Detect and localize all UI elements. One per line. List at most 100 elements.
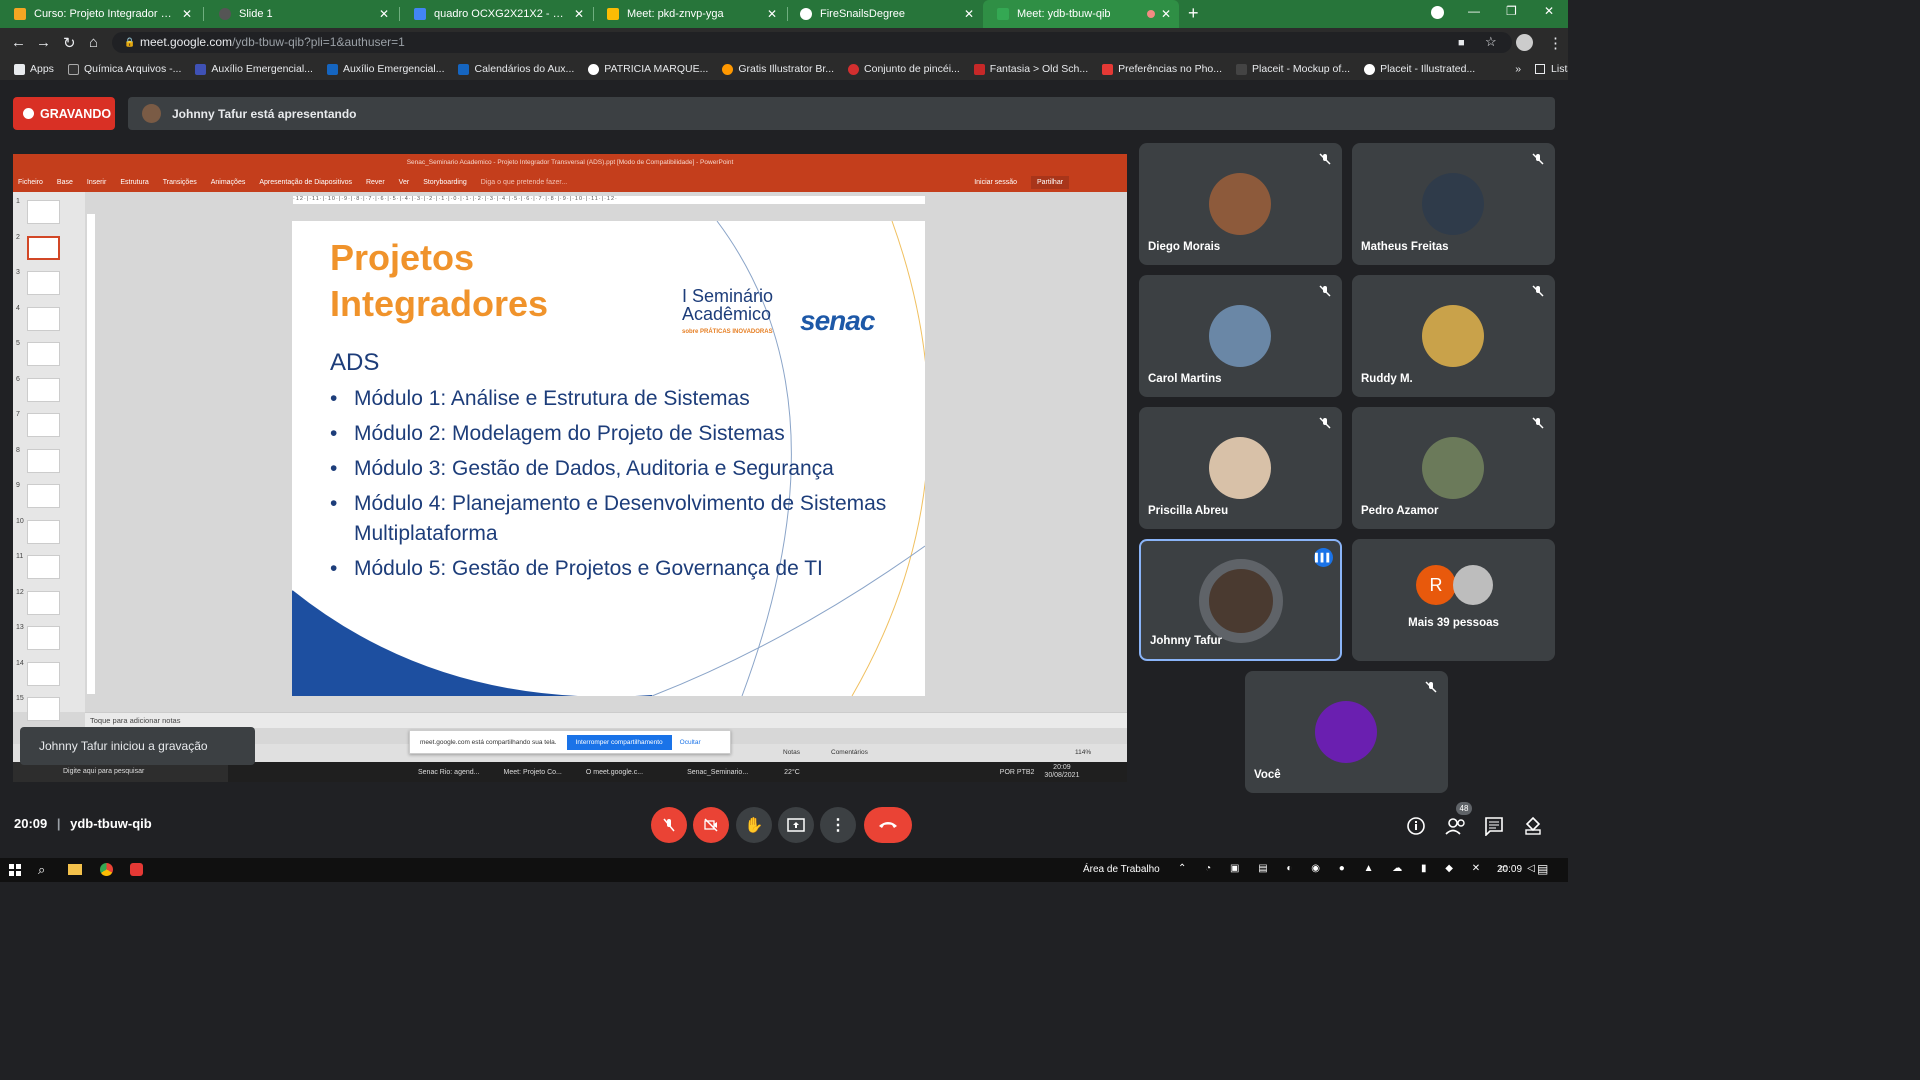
ribbon-search[interactable]: Diga o que pretende fazer... [481, 179, 567, 186]
profile-menu-icon[interactable] [1431, 6, 1444, 19]
participant-tile[interactable]: Priscilla Abreu [1139, 407, 1342, 529]
slide-thumbnail[interactable] [27, 306, 60, 331]
people-icon[interactable] [1445, 816, 1467, 838]
notes-toggle[interactable]: Notas [783, 749, 800, 756]
tab-close-icon[interactable]: ✕ [964, 7, 974, 21]
task-search-input[interactable]: Digite aqui para pesquisar [13, 762, 228, 782]
bookmark-item[interactable]: PATRICIA MARQUE... [588, 63, 708, 75]
tab-quadro[interactable]: quadro OCXG2X21X2 - Quadro F ✕ [400, 0, 592, 28]
camera-in-use-icon[interactable]: ■ [1458, 37, 1465, 49]
bookmark-item[interactable]: Placeit - Illustrated... [1364, 63, 1475, 75]
bookmark-item[interactable]: Calendários do Aux... [458, 63, 574, 75]
search-icon[interactable]: ⌕ [38, 862, 45, 878]
slide-thumbnail[interactable] [27, 271, 60, 295]
bookmark-item[interactable]: Gratis Illustrator Br... [722, 63, 834, 75]
home-icon[interactable]: ⌂ [89, 34, 98, 51]
bookmark-item[interactable]: Preferências no Pho... [1102, 63, 1222, 75]
participant-tile-speaking[interactable]: ▌▌▌ Johnny Tafur [1139, 539, 1342, 661]
participant-tile[interactable]: Matheus Freitas [1352, 143, 1555, 265]
mic-toggle-button[interactable] [651, 807, 687, 843]
stop-sharing-button[interactable]: Interromper compartilhamento [566, 734, 672, 750]
more-options-button[interactable]: ⋮ [820, 807, 856, 843]
task-lang[interactable]: POR PTB2 [1000, 769, 1035, 776]
meeting-details-icon[interactable] [1406, 816, 1428, 838]
slide-thumbnail[interactable] [27, 590, 60, 615]
slide-thumbnail[interactable] [27, 235, 60, 260]
slide-thumbnail[interactable] [27, 626, 60, 650]
tab-close-icon[interactable]: ✕ [767, 7, 777, 21]
bookmark-apps[interactable]: Apps [14, 63, 54, 75]
back-icon[interactable]: ← [11, 34, 26, 51]
slide-thumbnail[interactable] [27, 200, 60, 224]
slide-thumbnail[interactable] [27, 555, 60, 579]
new-tab-button[interactable]: + [1188, 4, 1199, 22]
ribbon-tab[interactable]: Base [57, 179, 73, 186]
slide-thumbnail[interactable] [27, 448, 60, 473]
tab-close-icon[interactable]: ✕ [574, 7, 584, 21]
windows-start-icon[interactable] [9, 864, 21, 876]
comments-toggle[interactable]: Comentários [831, 749, 868, 756]
chat-icon[interactable] [1484, 816, 1506, 838]
zoom-level[interactable]: 114% [1075, 749, 1091, 756]
bookmark-item[interactable]: Auxílio Emergencial... [195, 63, 313, 75]
slide-thumbnail[interactable] [27, 697, 60, 721]
tab-close-icon[interactable]: ✕ [379, 7, 389, 21]
ribbon-tab[interactable]: Storyboarding [423, 179, 467, 186]
task-app[interactable]: Senac_Seminario... [687, 769, 748, 776]
reading-list-button[interactable]: Lista de leitura [1535, 63, 1568, 75]
slide-thumbnail[interactable] [27, 377, 60, 402]
ribbon-tab[interactable]: Animações [211, 179, 246, 186]
app-taskbar-icon[interactable] [130, 863, 143, 876]
ribbon-tab[interactable]: Apresentação de Diapositivos [259, 179, 352, 186]
chrome-taskbar-icon[interactable] [100, 863, 113, 876]
camera-toggle-button[interactable] [693, 807, 729, 843]
task-app[interactable]: Senac Rio: agend... [418, 769, 480, 776]
task-app[interactable]: O meet.google.c... [586, 769, 643, 776]
file-explorer-icon[interactable] [68, 864, 82, 875]
bookmark-star-icon[interactable]: ☆ [1485, 34, 1497, 50]
notifications-icon[interactable]: ▤ [1537, 862, 1548, 876]
minimize-icon[interactable]: — [1468, 4, 1480, 18]
tab-firesnails[interactable]: FireSnailsDegree ✕ [786, 0, 982, 28]
activities-icon[interactable] [1523, 816, 1545, 838]
slide-thumbnail[interactable] [27, 413, 60, 437]
raise-hand-button[interactable]: ✋ [736, 807, 772, 843]
ribbon-tab[interactable]: Ver [399, 179, 410, 186]
participant-tile[interactable]: Pedro Azamor [1352, 407, 1555, 529]
participant-tile[interactable]: Carol Martins [1139, 275, 1342, 397]
bookmark-item[interactable]: Placeit - Mockup of... [1236, 63, 1350, 75]
bookmark-item[interactable]: Auxílio Emergencial... [326, 63, 444, 75]
chrome-menu-icon[interactable]: ⋮ [1548, 34, 1563, 52]
bookmark-item[interactable]: Fantasia > Old Sch... [973, 63, 1088, 75]
bookmark-item[interactable]: Química Arquivos -... [67, 63, 181, 75]
tab-slide1[interactable]: Slide 1 ✕ [205, 0, 397, 28]
bookmarks-more-icon[interactable]: » [1515, 63, 1521, 75]
slide-thumbnail[interactable] [27, 484, 60, 508]
close-window-icon[interactable]: ✕ [1544, 4, 1554, 18]
self-tile[interactable]: Você [1245, 671, 1448, 793]
url-input[interactable]: 🔒 meet.google.com/ydb-tbuw-qib?pli=1&aut… [112, 32, 1512, 53]
participant-tile[interactable]: Ruddy M. [1352, 275, 1555, 397]
signin-link[interactable]: Iniciar sessão [974, 179, 1017, 186]
bookmark-item[interactable]: Conjunto de pincéi... [848, 63, 960, 75]
task-weather[interactable]: 22°C [784, 769, 800, 776]
desktop-label[interactable]: Área de Trabalho [1083, 864, 1160, 875]
ribbon-tab[interactable]: Estrutura [120, 179, 148, 186]
more-participants-tile[interactable]: R Mais 39 pessoas [1352, 539, 1555, 661]
participant-tile[interactable]: Diego Morais [1139, 143, 1342, 265]
restore-icon[interactable]: ❐ [1506, 4, 1517, 18]
hide-share-bar-button[interactable]: Ocultar [680, 739, 701, 746]
forward-icon[interactable]: → [36, 34, 51, 51]
leave-call-button[interactable] [864, 807, 912, 843]
ribbon-tab[interactable]: Ficheiro [18, 179, 43, 186]
tab-curso[interactable]: Curso: Projeto Integrador Conjun ✕ [0, 0, 200, 28]
slide-thumbnail[interactable] [27, 519, 60, 544]
recording-button[interactable]: GRAVANDO [13, 97, 115, 130]
slide-thumbnail[interactable] [27, 342, 60, 366]
notes-pane[interactable]: Toque para adicionar notas [85, 712, 1127, 728]
present-button[interactable] [778, 807, 814, 843]
taskbar-clock[interactable]: 20:09 [1497, 864, 1522, 875]
slide-thumbnail[interactable] [27, 661, 60, 686]
tab-close-icon[interactable]: ✕ [1161, 7, 1171, 21]
task-clock[interactable]: 20:09 30/08/2021 [1044, 764, 1079, 780]
